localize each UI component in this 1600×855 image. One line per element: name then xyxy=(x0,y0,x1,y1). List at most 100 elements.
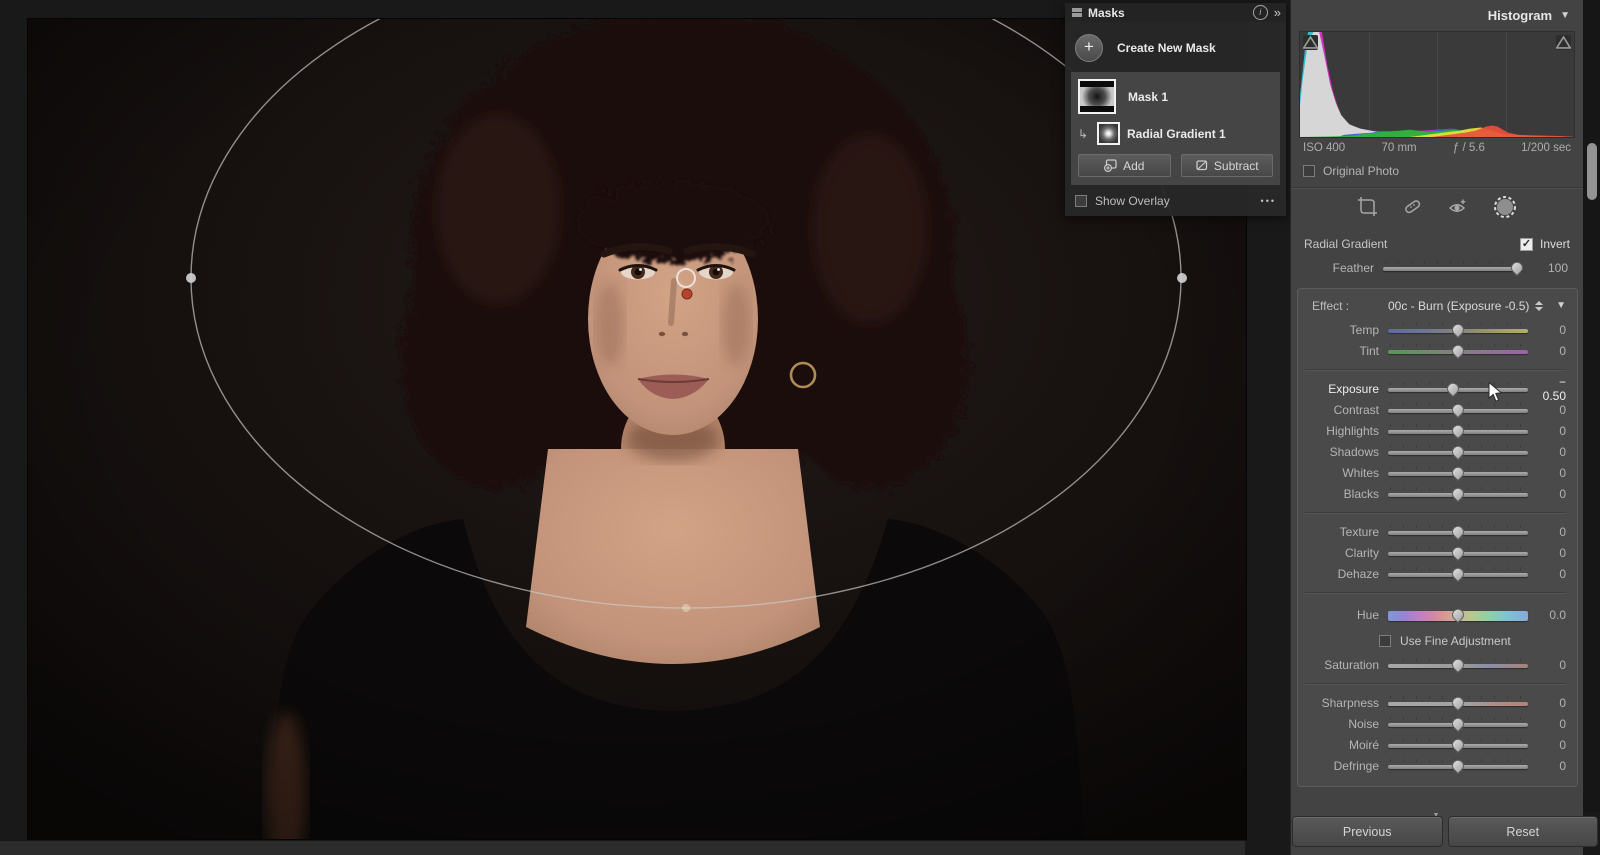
defringe-slider[interactable] xyxy=(1388,756,1528,774)
scrollbar-thumb[interactable] xyxy=(1587,143,1597,200)
slider-label[interactable]: Clarity xyxy=(1303,546,1379,560)
subtract-button[interactable]: Subtract xyxy=(1180,154,1273,177)
use-fine-adjustment-checkbox[interactable] xyxy=(1379,635,1391,647)
previous-button[interactable]: Previous xyxy=(1292,816,1443,847)
plus-icon[interactable]: + xyxy=(1075,34,1103,62)
masking-tool-icon[interactable] xyxy=(1493,195,1517,222)
slider-row-exposure: Exposure − 0.50 xyxy=(1303,375,1568,403)
slider-value[interactable]: 0 xyxy=(1538,738,1568,752)
preset-updown-icon[interactable] xyxy=(1535,300,1544,311)
slider-value[interactable]: 0 xyxy=(1538,696,1568,710)
contrast-slider[interactable] xyxy=(1388,400,1528,418)
slider-label[interactable]: Tint xyxy=(1303,344,1379,358)
hue-slider[interactable] xyxy=(1388,605,1528,623)
slider-value[interactable]: 0 xyxy=(1538,403,1568,417)
noise-slider[interactable] xyxy=(1388,714,1528,732)
red-eye-tool-icon[interactable] xyxy=(1447,196,1469,220)
histogram-collapse-icon[interactable]: ▼ xyxy=(1560,10,1570,21)
exposure-slider[interactable] xyxy=(1388,379,1528,397)
slider-value[interactable]: 0.0 xyxy=(1538,608,1568,622)
slider-label[interactable]: Dehaze xyxy=(1303,567,1379,581)
create-new-mask-button[interactable]: + Create New Mask xyxy=(1071,28,1280,72)
slider-row-defringe: Defringe 0 xyxy=(1303,755,1568,776)
slider-value[interactable]: 0 xyxy=(1538,525,1568,539)
slider-label[interactable]: Defringe xyxy=(1303,759,1379,773)
portrait-photo xyxy=(28,19,1246,839)
slider-track[interactable] xyxy=(1383,266,1523,271)
filmstrip-edge xyxy=(0,840,1245,855)
collapse-panel-icon[interactable]: » xyxy=(1274,5,1281,20)
sharpness-slider[interactable] xyxy=(1388,693,1528,711)
shadows-slider[interactable] xyxy=(1388,442,1528,460)
highlights-slider[interactable] xyxy=(1388,421,1528,439)
slider-label[interactable]: Hue xyxy=(1303,608,1379,622)
tint-slider[interactable] xyxy=(1388,341,1528,359)
effect-preset-dropdown[interactable]: 00c - Burn (Exposure -0.5) xyxy=(1388,299,1529,313)
slider-value[interactable]: − 0.50 xyxy=(1538,375,1568,403)
slider-value[interactable]: 0 xyxy=(1538,658,1568,672)
slider-value[interactable]: 0 xyxy=(1538,445,1568,459)
slider-value[interactable]: 0 xyxy=(1538,424,1568,438)
slider-value[interactable]: 0 xyxy=(1538,344,1568,358)
blacks-slider[interactable] xyxy=(1388,484,1528,502)
effect-label: Effect : xyxy=(1312,298,1350,313)
texture-slider[interactable] xyxy=(1388,522,1528,540)
slider-row-temp: Temp 0 xyxy=(1303,319,1568,340)
clarity-slider[interactable] xyxy=(1388,543,1528,561)
slider-label[interactable]: Noise xyxy=(1303,717,1379,731)
slider-label[interactable]: Saturation xyxy=(1303,658,1379,672)
saturation-slider[interactable] xyxy=(1388,655,1528,673)
dehaze-slider[interactable] xyxy=(1388,564,1528,582)
help-icon[interactable]: i xyxy=(1252,5,1268,20)
panel-end-collapse[interactable]: ▼ xyxy=(1290,804,1582,819)
slider-value[interactable]: 0 xyxy=(1538,487,1568,501)
original-photo-checkbox[interactable] xyxy=(1303,165,1315,177)
slider-label[interactable]: Sharpness xyxy=(1303,696,1379,710)
effect-collapse-icon[interactable]: ▼ xyxy=(1556,300,1568,311)
slider-value[interactable]: 100 xyxy=(1533,261,1570,275)
slider-value[interactable]: 0 xyxy=(1538,546,1568,560)
reset-button[interactable]: Reset xyxy=(1447,816,1598,847)
mask-item[interactable]: Mask 1 xyxy=(1078,79,1273,114)
histogram-chart[interactable] xyxy=(1299,31,1575,138)
invert-checkbox[interactable]: ✓ xyxy=(1519,237,1533,251)
slider-row-shadows: Shadows 0 xyxy=(1303,441,1568,462)
slider-value[interactable]: 0 xyxy=(1538,466,1568,480)
slider-value[interactable]: 0 xyxy=(1538,323,1568,337)
slider-label[interactable]: Moiré xyxy=(1303,738,1379,752)
tool-strip xyxy=(1291,188,1583,228)
masks-panel-header[interactable]: Masks i » xyxy=(1065,3,1286,22)
add-button[interactable]: Add xyxy=(1078,154,1171,177)
add-mask-icon xyxy=(1104,159,1117,172)
shadow-clipping-indicator[interactable] xyxy=(1303,35,1318,50)
focal-length-value: 70 mm xyxy=(1381,142,1417,154)
effect-settings-box: Effect : 00c - Burn (Exposure -0.5) ▼ Te… xyxy=(1297,288,1578,787)
slider-label[interactable]: Blacks xyxy=(1303,487,1379,501)
highlight-clipping-indicator[interactable] xyxy=(1556,35,1571,50)
slider-value[interactable]: 0 xyxy=(1538,717,1568,731)
slider-value[interactable]: 0 xyxy=(1538,759,1568,773)
slider-label[interactable]: Feather xyxy=(1291,261,1374,275)
panel-icon xyxy=(1072,8,1082,17)
slider-ticks xyxy=(1385,260,1521,264)
photo-canvas[interactable] xyxy=(27,18,1247,840)
slider-label[interactable]: Texture xyxy=(1303,525,1379,539)
temp-slider[interactable] xyxy=(1388,320,1528,338)
whites-slider[interactable] xyxy=(1388,463,1528,481)
mask-component-item[interactable]: ↳ Radial Gradient 1 xyxy=(1078,122,1273,145)
slider-row-moiré: Moiré 0 xyxy=(1303,734,1568,755)
slider-label[interactable]: Highlights xyxy=(1303,424,1379,438)
slider-label[interactable]: Whites xyxy=(1303,466,1379,480)
crop-tool-icon[interactable] xyxy=(1357,196,1378,220)
slider-label[interactable]: Exposure xyxy=(1303,382,1379,396)
show-overlay-checkbox[interactable] xyxy=(1075,195,1087,207)
more-options-icon[interactable]: ••• xyxy=(1261,196,1276,206)
healing-tool-icon[interactable] xyxy=(1402,196,1423,220)
histogram-header[interactable]: Histogram ▼ xyxy=(1291,0,1583,30)
slider-value[interactable]: 0 xyxy=(1538,567,1568,581)
slider-label[interactable]: Contrast xyxy=(1303,403,1379,417)
slider-label[interactable]: Temp xyxy=(1303,323,1379,337)
moiré-slider[interactable] xyxy=(1388,735,1528,753)
feather-slider[interactable] xyxy=(1383,258,1526,276)
slider-label[interactable]: Shadows xyxy=(1303,445,1379,459)
